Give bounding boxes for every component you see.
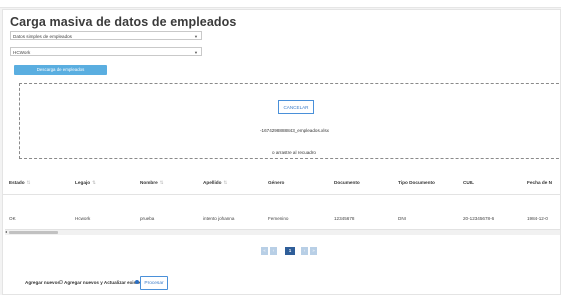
chevron-down-icon: ▼	[194, 34, 198, 39]
cell-cuil: 20-12345678-6	[463, 216, 495, 221]
col-nombre[interactable]: Nombre ⇅	[140, 180, 163, 186]
add-new-radio[interactable]	[59, 280, 63, 284]
table-header: Estado ⇅ Legajo ⇅ Nombre ⇅ Apellido ⇅ Género…	[3, 180, 560, 194]
col-apellido[interactable]: Apellido ⇅	[203, 180, 227, 186]
sort-icon: ⇅	[159, 180, 164, 185]
add-update-radio[interactable]	[135, 280, 139, 284]
prev-page-icon[interactable]: ‹	[270, 247, 277, 255]
col-documento: Documento	[334, 180, 360, 185]
scroll-left-icon[interactable]: ◂	[5, 229, 7, 234]
page-current[interactable]: 1	[285, 247, 295, 255]
last-page-icon[interactable]: »	[310, 247, 317, 255]
data-type-select-value: Datos simples de empleados	[13, 34, 72, 39]
col-estado[interactable]: Estado ⇅	[9, 180, 30, 186]
col-tipo-documento: Tipo Documento	[398, 180, 435, 185]
process-button[interactable]: Procesar	[140, 276, 168, 290]
cell-estado: OK	[9, 216, 16, 221]
col-legajo[interactable]: Legajo ⇅	[75, 180, 96, 186]
company-select[interactable]: HCWork ▼	[10, 47, 202, 56]
uploaded-filename: -1674298888843_empleados.xlsx	[260, 128, 329, 133]
chevron-down-icon: ▼	[194, 50, 198, 55]
horizontal-scrollbar[interactable]: ◂ ▸	[5, 229, 560, 235]
drag-hint: o arrastre al recuadro	[272, 150, 316, 155]
scroll-thumb[interactable]	[9, 231, 58, 234]
table-row[interactable]: OK Hcwork prueba intento johanna Femenin…	[3, 216, 560, 226]
col-cuil: CUIL	[463, 180, 474, 185]
header-divider	[3, 194, 560, 195]
add-new-label: Agregar nuevos	[25, 280, 60, 285]
sort-icon: ⇅	[26, 180, 31, 185]
top-strip	[0, 0, 561, 8]
download-employees-button[interactable]: Descarga de empleados	[14, 65, 107, 75]
file-dropzone[interactable]: CANCELAR -1674298888843_empleados.xlsx o…	[19, 83, 560, 159]
col-fecha: Fecha de N	[527, 180, 553, 185]
cell-tipo-documento: DNI	[398, 216, 406, 221]
next-page-icon[interactable]: ›	[301, 247, 308, 255]
cell-apellido: intento johanna	[203, 216, 235, 221]
company-select-value: HCWork	[13, 50, 31, 55]
cancel-button[interactable]: CANCELAR	[278, 100, 314, 114]
first-page-icon[interactable]: «	[261, 247, 268, 255]
data-type-select[interactable]: Datos simples de empleados ▼	[10, 31, 202, 40]
page-title: Carga masiva de datos de empleados	[10, 15, 237, 29]
cell-genero: Femenino	[268, 216, 289, 221]
col-genero: Género	[268, 180, 285, 185]
cell-documento: 12345678	[334, 216, 355, 221]
sort-icon: ⇅	[223, 180, 228, 185]
cell-fecha: 1984-12-0	[527, 216, 548, 221]
sort-icon: ⇅	[92, 180, 96, 185]
main-card: Carga masiva de datos de empleados Datos…	[2, 9, 561, 295]
cell-legajo: Hcwork	[75, 216, 91, 221]
cell-nombre: prueba	[140, 216, 155, 221]
